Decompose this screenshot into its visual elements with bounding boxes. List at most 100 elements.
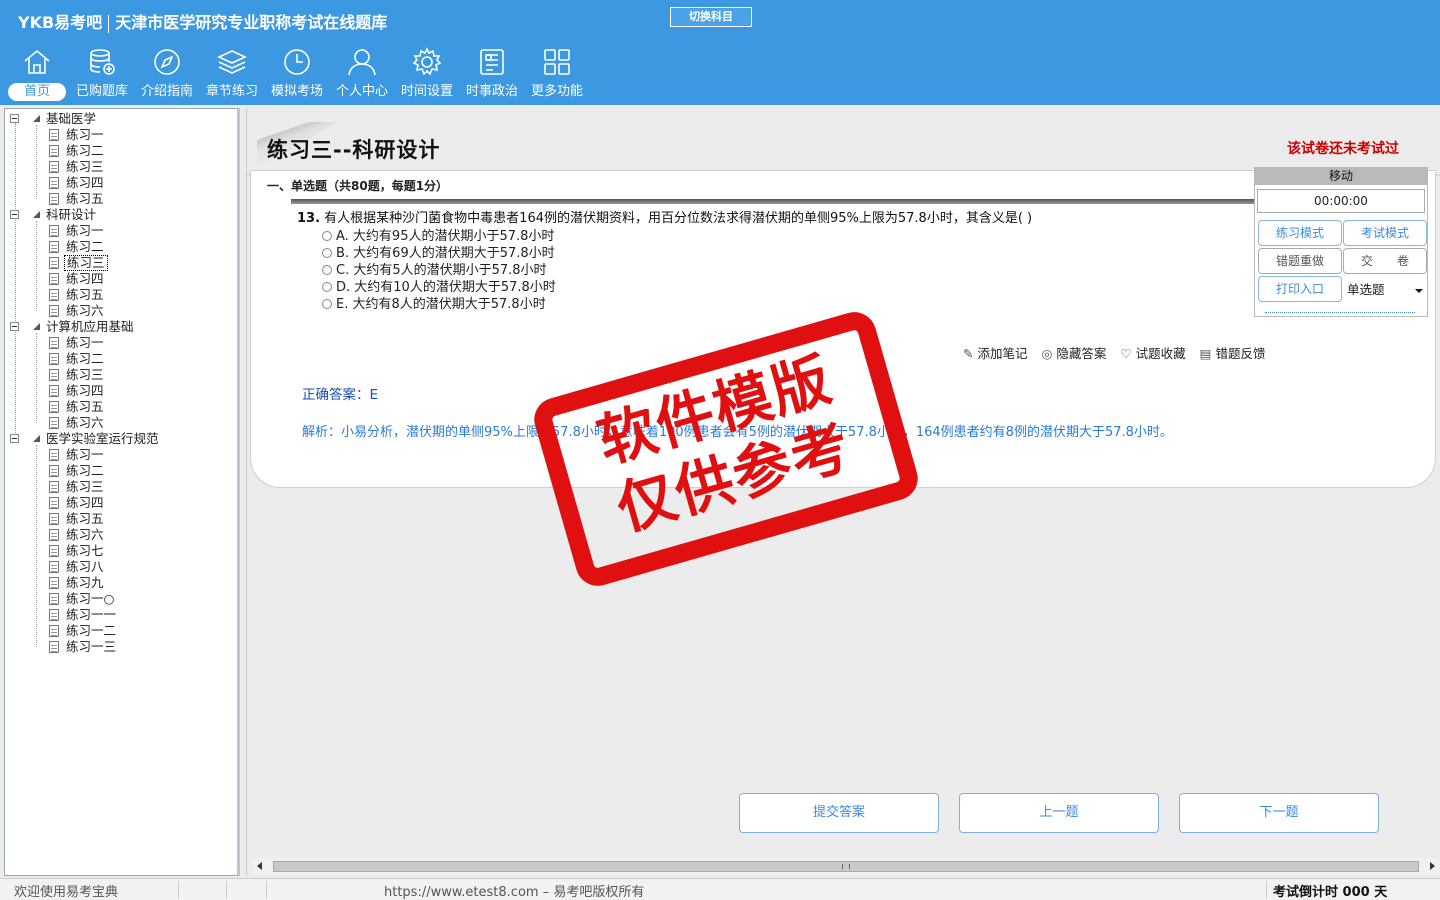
- question-number: 13.: [297, 211, 321, 226]
- pencil-icon: ✎: [963, 346, 974, 361]
- document-icon: [49, 129, 59, 141]
- collapse-toggle[interactable]: [10, 114, 19, 123]
- document-icon: [49, 561, 59, 573]
- document-icon: [49, 593, 59, 605]
- question-tools: ✎ 添加笔记 ◎ 隐藏答案 ♡ 试题收藏 ▤ 错题反馈: [963, 343, 1275, 362]
- exam-mode-button[interactable]: 考试模式: [1343, 220, 1427, 246]
- folder-triangle-icon: [33, 211, 40, 218]
- collapse-toggle[interactable]: [10, 322, 19, 331]
- radio-button[interactable]: [322, 299, 332, 309]
- brand: YKB易考吧 天津市医学研究专业职称考试在线题库: [18, 9, 387, 33]
- exam-control-panel: 移动 00:00:00 练习模式 考试模式 错题重做 交 卷 打印入口 单选题: [1254, 167, 1428, 317]
- scroll-left-icon[interactable]: [257, 862, 262, 870]
- document-icon: [49, 193, 59, 205]
- add-note-button[interactable]: ✎ 添加笔记: [963, 343, 1028, 362]
- nav-home[interactable]: 首页: [6, 46, 68, 104]
- app-title: 天津市医学研究专业职称考试在线题库: [115, 13, 388, 32]
- question-divider: [291, 199, 1255, 204]
- home-icon: [24, 49, 50, 74]
- prev-question-button[interactable]: 上一题: [959, 793, 1159, 833]
- document-icon: [49, 225, 59, 237]
- exam-status: 该试卷还未考试过: [1287, 141, 1399, 157]
- scroll-thumb[interactable]: [273, 861, 1419, 872]
- collapse-toggle[interactable]: [10, 434, 19, 443]
- submit-paper-button[interactable]: 交 卷: [1343, 248, 1427, 274]
- radio-button[interactable]: [322, 265, 332, 275]
- nav-guide[interactable]: 介绍指南: [136, 46, 198, 104]
- document-icon: [49, 337, 59, 349]
- nav-more-functions[interactable]: 更多功能: [526, 46, 588, 104]
- document-icon: [49, 145, 59, 157]
- document-icon: [49, 641, 59, 653]
- document-icon: [49, 417, 59, 429]
- option-e[interactable]: E. 大约有8人的潜伏期大于57.8小时: [322, 293, 546, 312]
- document-icon: [49, 241, 59, 253]
- document-icon: [49, 481, 59, 493]
- hide-answer-button[interactable]: ◎ 隐藏答案: [1041, 343, 1106, 362]
- document-icon: [49, 289, 59, 301]
- document-icon: [49, 625, 59, 637]
- switch-subject-button[interactable]: 切换科目: [670, 7, 752, 27]
- radio-button[interactable]: [322, 248, 332, 258]
- favorite-button[interactable]: ♡ 试题收藏: [1120, 343, 1185, 362]
- scroll-right-icon[interactable]: [1430, 862, 1435, 870]
- news-icon: [480, 49, 504, 75]
- document-edit-icon: [49, 257, 59, 269]
- nav-mock-exam[interactable]: 模拟考场: [266, 46, 328, 104]
- gear-icon: [412, 47, 442, 76]
- section-header: 一、单选题（共80题，每题1分）: [267, 179, 449, 193]
- app-header: YKB易考吧 天津市医学研究专业职称考试在线题库 切换科目 首页 已购题库 介绍指…: [0, 0, 1440, 105]
- document-icon: [49, 529, 59, 541]
- redo-wrong-button[interactable]: 错题重做: [1258, 248, 1342, 274]
- document-icon: [49, 305, 59, 317]
- eye-icon: ◎: [1041, 346, 1053, 361]
- panel-slider[interactable]: [1265, 312, 1415, 313]
- document-icon: [49, 577, 59, 589]
- exam-timer: 00:00:00: [1257, 189, 1425, 213]
- nav-current-affairs[interactable]: 时事政治: [461, 46, 523, 104]
- print-button[interactable]: 打印入口: [1258, 276, 1342, 302]
- chapter-tree[interactable]: 基础医学 练习一 练习二 练习三 练习四 练习五 科研设计 练习一 练习二 练习…: [4, 108, 240, 876]
- page-title: 练习三--科研设计: [267, 138, 441, 162]
- document-icon: [49, 161, 59, 173]
- status-bar: 欢迎使用易考宝典 https://www.etest8.com – 易考吧版权所…: [0, 878, 1440, 900]
- nav-chapter-practice[interactable]: 章节练习: [201, 46, 263, 104]
- folder-triangle-icon: [33, 115, 40, 122]
- panel-drag-handle[interactable]: 移动: [1255, 168, 1427, 185]
- document-icon: [49, 609, 59, 621]
- report-icon: ▤: [1199, 346, 1212, 361]
- document-icon: [49, 177, 59, 189]
- document-icon: [49, 353, 59, 365]
- document-icon: [49, 401, 59, 413]
- title-bar: 练习三--科研设计 该试卷还未考试过: [247, 122, 1440, 176]
- question-type-select[interactable]: 单选题: [1343, 278, 1427, 304]
- user-icon: [348, 49, 376, 76]
- exam-countdown: 考试倒计时 000 天: [1273, 885, 1388, 900]
- document-icon: [49, 465, 59, 477]
- radio-button[interactable]: [322, 231, 332, 241]
- welcome-text: 欢迎使用易考宝典: [14, 885, 119, 900]
- document-icon: [49, 513, 59, 525]
- nav-purchased-banks[interactable]: 已购题库: [71, 46, 133, 104]
- error-feedback-button[interactable]: ▤ 错题反馈: [1200, 343, 1266, 362]
- grid-icon: [544, 49, 570, 75]
- document-icon: [49, 449, 59, 461]
- nav-time-settings[interactable]: 时间设置: [396, 46, 458, 104]
- folder-triangle-icon: [33, 435, 40, 442]
- correct-answer: 正确答案：E: [302, 387, 379, 403]
- document-icon: [49, 545, 59, 557]
- next-question-button[interactable]: 下一题: [1179, 793, 1379, 833]
- document-icon: [49, 369, 59, 381]
- nav-personal-center[interactable]: 个人中心: [331, 46, 393, 104]
- practice-mode-button[interactable]: 练习模式: [1258, 220, 1342, 246]
- collapse-toggle[interactable]: [10, 210, 19, 219]
- horizontal-scrollbar[interactable]: [253, 858, 1439, 875]
- radio-button[interactable]: [322, 282, 332, 292]
- compass-icon: [154, 49, 180, 75]
- copyright-text: https://www.etest8.com – 易考吧版权所有: [384, 885, 645, 900]
- document-icon: [49, 273, 59, 285]
- heart-icon: ♡: [1120, 346, 1132, 361]
- database-icon: [90, 49, 115, 75]
- submit-answer-button[interactable]: 提交答案: [739, 793, 939, 833]
- question-text: 13. 有人根据某种沙门菌食物中毒患者164例的潜伏期资料，用百分位数法求得潜伏…: [297, 207, 1032, 226]
